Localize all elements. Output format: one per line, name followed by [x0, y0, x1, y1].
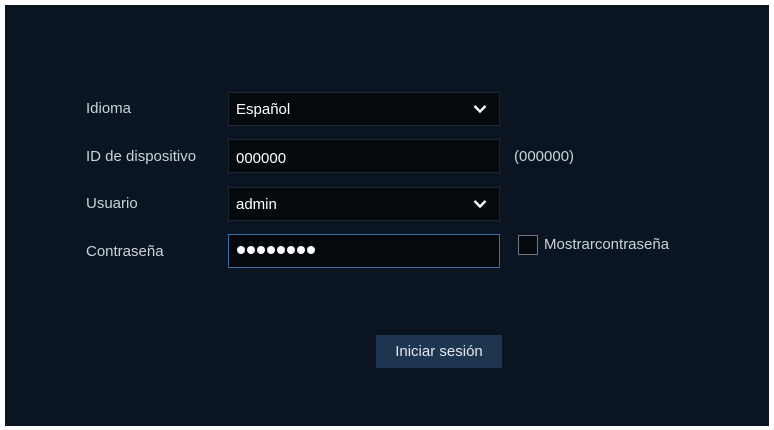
password-dot: [267, 246, 275, 254]
login-screen: Idioma Español ID de dispositivo 000000 …: [5, 5, 769, 426]
password-mask: [237, 246, 315, 254]
chevron-down-icon: [473, 200, 487, 209]
show-password-toggle[interactable]: Mostrarcontraseña: [518, 235, 669, 255]
show-password-checkbox[interactable]: [518, 235, 538, 255]
device-id-field[interactable]: 000000: [228, 139, 500, 173]
password-dot: [247, 246, 255, 254]
user-label: Usuario: [86, 195, 138, 212]
device-id-value: 000000: [236, 150, 287, 167]
user-select[interactable]: admin: [228, 187, 500, 221]
password-label: Contraseña: [86, 243, 164, 260]
language-select[interactable]: Español: [228, 92, 500, 126]
login-button[interactable]: Iniciar sesión: [376, 335, 502, 368]
password-dot: [277, 246, 285, 254]
language-label: Idioma: [86, 100, 132, 117]
chevron-down-icon: [473, 105, 487, 114]
language-value: Español: [236, 101, 291, 118]
password-dot: [237, 246, 245, 254]
password-field[interactable]: [228, 234, 500, 268]
password-dot: [287, 246, 295, 254]
device-id-hint: (000000): [514, 148, 575, 165]
device-id-label: ID de dispositivo: [86, 148, 197, 165]
show-password-label: Mostrarcontraseña: [544, 236, 670, 253]
password-dot: [257, 246, 265, 254]
password-dot: [307, 246, 315, 254]
user-value: admin: [236, 196, 277, 213]
password-dot: [297, 246, 305, 254]
